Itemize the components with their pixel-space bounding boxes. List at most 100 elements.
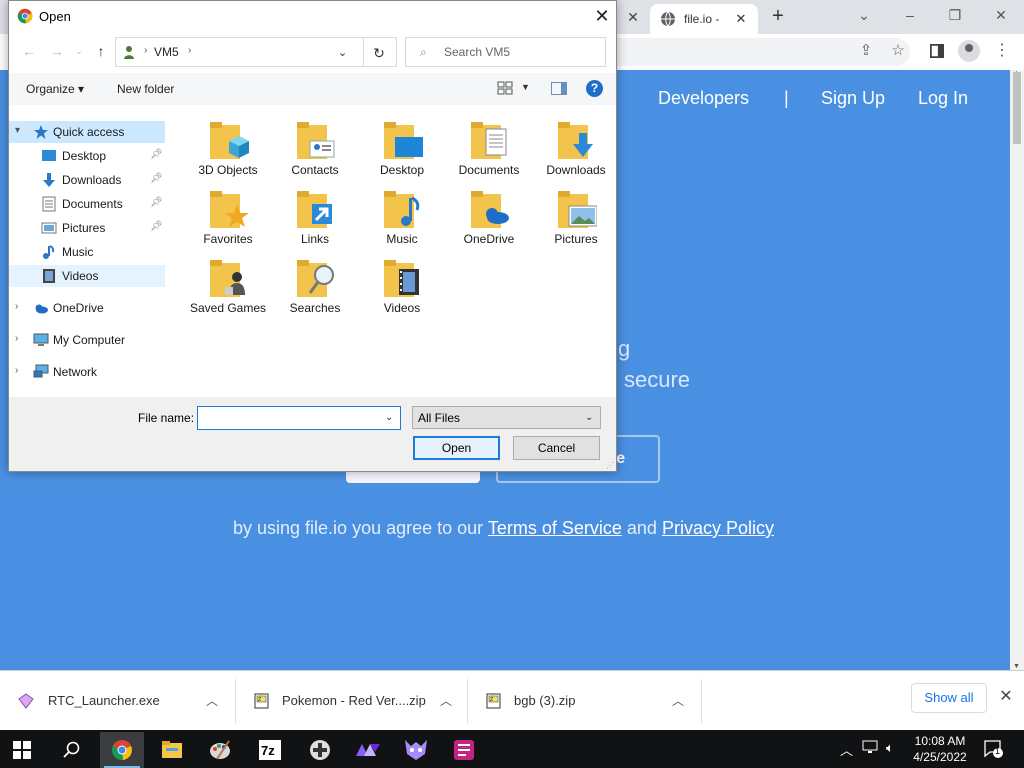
folder-item-pictures[interactable]: Pictures: [531, 185, 621, 251]
side-panel-icon[interactable]: [926, 40, 948, 62]
show-all-button[interactable]: Show all: [911, 683, 987, 713]
dialog-address-bar[interactable]: › VM5 › ⌄ ↻: [115, 37, 397, 67]
view-options-icon[interactable]: [497, 81, 513, 95]
chrome-taskbar-button[interactable]: [100, 732, 144, 768]
tab-search-chevron-icon[interactable]: ⌄: [850, 4, 878, 28]
open-button[interactable]: Open: [413, 436, 500, 460]
nav-developers[interactable]: Developers: [658, 88, 749, 109]
menu-kebab-icon[interactable]: ⋮: [994, 40, 1010, 62]
notification-center-button[interactable]: 1: [984, 739, 1004, 759]
address-dropdown-icon[interactable]: ⌄: [338, 46, 347, 59]
tab-file-io[interactable]: file.io - ✕: [650, 4, 758, 34]
chevron-down-icon[interactable]: ⌄: [385, 412, 393, 423]
share-icon[interactable]: ⇪: [855, 40, 877, 62]
folder-item-3d-objects[interactable]: 3D Objects: [183, 116, 273, 182]
game-taskbar-button[interactable]: [394, 732, 438, 768]
cancel-button[interactable]: Cancel: [513, 436, 600, 460]
tray-chevron-up-icon[interactable]: ︿: [840, 740, 853, 759]
privacy-policy-link[interactable]: Privacy Policy: [662, 518, 774, 538]
folder-item-onedrive[interactable]: OneDrive: [444, 185, 534, 251]
nav-item-network[interactable]: › Network: [9, 361, 165, 383]
tab-close-icon[interactable]: ✕: [732, 10, 750, 28]
shelf-close-icon[interactable]: ✕: [996, 687, 1016, 707]
folder-item-links[interactable]: Links: [270, 185, 360, 251]
pin-icon[interactable]: 📌︎: [150, 173, 163, 185]
emulator-taskbar-button[interactable]: [346, 732, 390, 768]
nav-sign-up[interactable]: Sign Up: [821, 88, 885, 109]
recent-chevron-icon[interactable]: ⌄: [69, 41, 89, 61]
dialog-close-icon[interactable]: ✕: [591, 5, 613, 27]
expanded-chevron-icon[interactable]: ▾: [15, 125, 25, 136]
search-input[interactable]: [444, 44, 594, 60]
pin-icon[interactable]: 📌︎: [150, 149, 163, 161]
profile-avatar[interactable]: [958, 40, 980, 62]
folder-item-contacts[interactable]: Contacts: [270, 116, 360, 182]
nav-item-downloads[interactable]: Downloads 📌︎: [9, 169, 165, 191]
chevron-down-icon[interactable]: ⌄: [585, 412, 593, 423]
volume-icon[interactable]: 🔈︎: [886, 740, 894, 756]
refresh-icon[interactable]: ↻: [368, 43, 390, 63]
breadcrumb-vm5[interactable]: VM5: [154, 45, 179, 59]
nav-item-videos[interactable]: Videos: [9, 265, 165, 287]
collapsed-chevron-icon[interactable]: ›: [15, 333, 25, 344]
network-tray-icon[interactable]: [862, 740, 878, 757]
help-icon[interactable]: ?: [586, 80, 603, 97]
new-folder-button[interactable]: New folder: [117, 82, 174, 96]
file-name-combobox[interactable]: ⌄: [197, 406, 401, 430]
scrollbar-thumb[interactable]: [1013, 72, 1021, 144]
back-arrow-icon[interactable]: ←: [19, 41, 39, 61]
folder-item-favorites[interactable]: Favorites: [183, 185, 273, 251]
search-button[interactable]: [50, 732, 94, 768]
preview-pane-icon[interactable]: [551, 82, 567, 95]
clock[interactable]: 10:08 AM 4/25/2022: [910, 733, 970, 765]
folder-item-downloads[interactable]: Downloads: [531, 116, 621, 182]
nav-item-pictures[interactable]: Pictures 📌︎: [9, 217, 165, 239]
dialog-search-box[interactable]: ⌕: [405, 37, 606, 67]
folder-item-desktop[interactable]: Desktop: [357, 116, 447, 182]
editor-taskbar-button[interactable]: [442, 732, 486, 768]
file-name-input[interactable]: [202, 410, 378, 426]
start-button[interactable]: [0, 732, 44, 768]
breadcrumb-chevron-icon[interactable]: ›: [188, 45, 191, 56]
folder-item-videos[interactable]: Videos: [357, 254, 447, 320]
resize-grip-icon[interactable]: ⋰: [606, 461, 614, 470]
nav-log-in[interactable]: Log In: [918, 88, 968, 109]
folder-item-searches[interactable]: Searches: [270, 254, 360, 320]
collapsed-chevron-icon[interactable]: ›: [15, 365, 25, 376]
download-item[interactable]: RTC_Launcher.exe ︿: [0, 679, 236, 723]
nav-item-desktop[interactable]: Desktop 📌︎: [9, 145, 165, 167]
folder-item-music[interactable]: Music: [357, 185, 447, 251]
pin-icon[interactable]: 📌︎: [150, 221, 163, 233]
dialog-title-bar[interactable]: Open ✕: [9, 1, 616, 31]
up-arrow-icon[interactable]: ↑: [91, 41, 111, 61]
forward-arrow-icon[interactable]: →: [47, 41, 67, 61]
nav-item-my-computer[interactable]: › My Computer: [9, 329, 165, 351]
download-item[interactable]: Z Pokemon - Red Ver....zip ︿: [236, 679, 468, 723]
minimize-icon[interactable]: –: [896, 4, 924, 28]
restore-icon[interactable]: ❐: [941, 4, 969, 28]
nav-item-onedrive[interactable]: › OneDrive: [9, 297, 165, 319]
organize-menu[interactable]: Organize ▾: [26, 82, 84, 96]
view-dropdown-icon[interactable]: ▼: [521, 82, 530, 92]
paint-taskbar-button[interactable]: [198, 732, 242, 768]
gamepad-taskbar-button[interactable]: [298, 732, 342, 768]
folder-item-saved-games[interactable]: Saved Games: [183, 254, 273, 320]
breadcrumb-chevron-icon[interactable]: ›: [144, 45, 147, 56]
download-item[interactable]: Z bgb (3).zip ︿: [468, 679, 702, 723]
scroll-down-icon[interactable]: ▼: [1013, 663, 1020, 670]
chevron-up-icon[interactable]: ︿: [204, 692, 220, 708]
prev-tab-close-icon[interactable]: ✕: [622, 7, 644, 27]
file-explorer-taskbar-button[interactable]: [150, 732, 194, 768]
bookmark-star-icon[interactable]: ☆: [887, 40, 909, 62]
pin-icon[interactable]: 📌︎: [150, 197, 163, 209]
file-type-select[interactable]: All Files ⌄: [412, 406, 601, 429]
terms-of-service-link[interactable]: Terms of Service: [488, 518, 622, 538]
new-tab-button[interactable]: +: [766, 5, 790, 29]
folder-item-documents[interactable]: Documents: [444, 116, 534, 182]
nav-item-documents[interactable]: Documents 📌︎: [9, 193, 165, 215]
7zip-taskbar-button[interactable]: 7z: [248, 732, 292, 768]
chevron-up-icon[interactable]: ︿: [670, 692, 686, 708]
collapsed-chevron-icon[interactable]: ›: [15, 301, 25, 312]
chevron-up-icon[interactable]: ︿: [438, 692, 454, 708]
window-close-icon[interactable]: ✕: [987, 4, 1015, 28]
